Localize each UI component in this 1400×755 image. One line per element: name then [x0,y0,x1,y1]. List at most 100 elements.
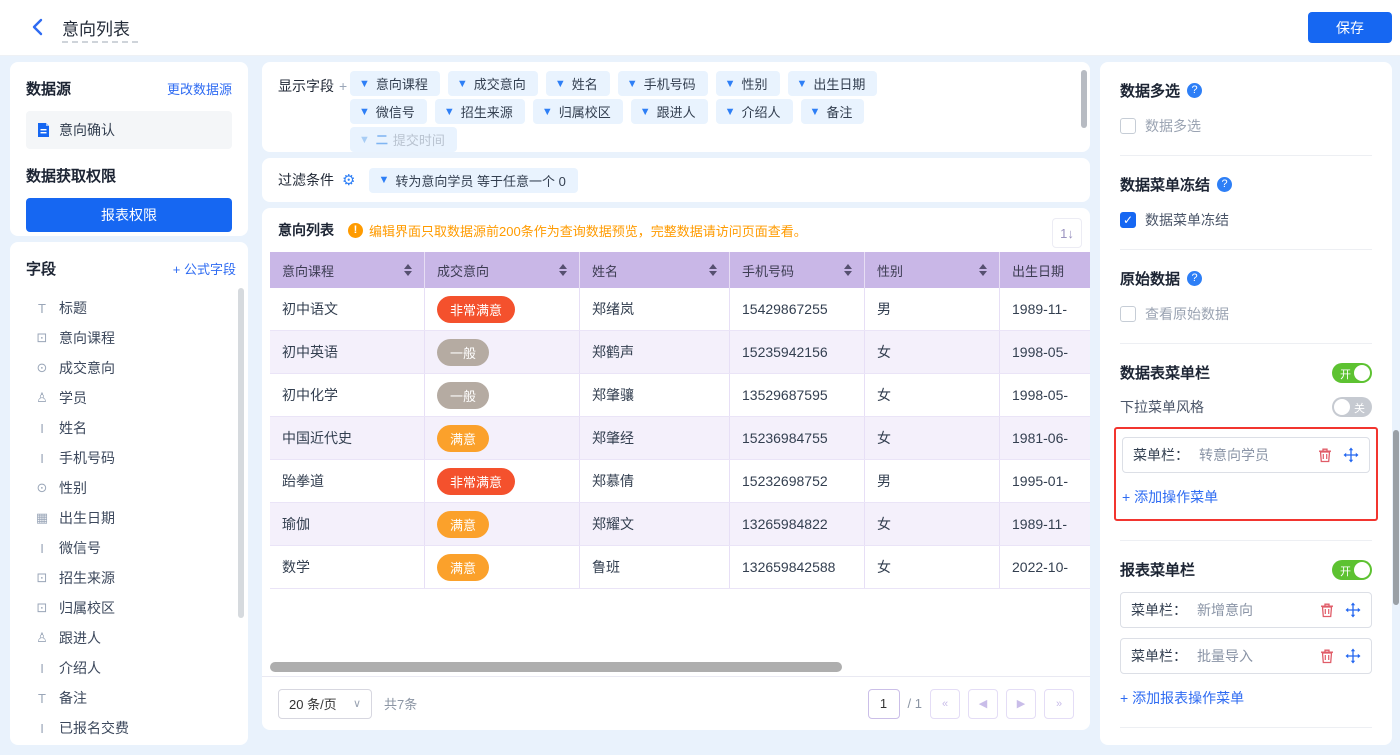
display-field-tag[interactable]: ▼微信号 [350,99,427,124]
first-page-button[interactable]: « [930,689,960,719]
menu-bar-item[interactable]: 菜单栏：新增意向 [1120,592,1372,628]
window-scrollbar-thumb[interactable] [1393,430,1399,605]
display-field-tag[interactable]: ▼成交意向 [448,71,538,96]
field-item[interactable]: ♙学员 [26,383,236,413]
raw-data-checkbox-row[interactable]: 查看原始数据 [1120,304,1372,324]
move-icon[interactable] [1345,648,1361,664]
default-sort-button[interactable]: 1↓ [1052,218,1082,248]
datasource-item[interactable]: 意向确认 [26,111,232,149]
display-field-tag[interactable]: ▼出生日期 [788,71,878,96]
table-cell: 1995-01- [1000,460,1090,502]
field-item[interactable]: I手机号码 [26,443,236,473]
add-field-button[interactable]: + [339,78,347,94]
table-row[interactable]: 初中化学一般郑肇骧13529687595女1998-05- [270,374,1090,417]
field-item[interactable]: I微信号 [26,533,236,563]
trash-icon[interactable] [1319,602,1335,618]
trash-icon[interactable] [1319,648,1335,664]
field-item[interactable]: ⊡归属校区 [26,593,236,623]
change-datasource-link[interactable]: 更改数据源 [167,79,232,98]
sort-icon[interactable] [559,264,567,276]
display-field-tag[interactable]: ▼性别 [716,71,780,96]
table-cell: 男 [865,288,1000,330]
display-field-tag-label: 介绍人 [742,102,781,121]
display-fields-scrollbar[interactable] [1081,70,1087,128]
field-item[interactable]: T备注 [26,683,236,713]
display-field-tag[interactable]: ▼意向课程 [350,71,440,96]
raw-data-checkbox[interactable] [1120,306,1136,322]
field-item[interactable]: ⊡招生来源 [26,563,236,593]
field-item[interactable]: ⊙性别 [26,473,236,503]
menu-freeze-checkbox[interactable]: ✓ [1120,212,1136,228]
formula-field-link[interactable]: + 公式字段 [173,259,236,278]
pagination-bar: 20 条/页 ∨ 共7条 / 1 «◀▶» [262,676,1090,730]
field-item[interactable]: I已报名交费 [26,713,236,743]
display-field-tag[interactable]: ▼招生来源 [435,99,525,124]
table-menu-toggle[interactable]: 开 [1332,363,1372,383]
divider [1120,155,1372,156]
display-field-tag-label: 微信号 [376,102,415,121]
display-field-tag[interactable]: ▼备注 [801,99,865,124]
preview-table-panel: 意向列表 ! 编辑界面只取数据源前200条作为查询数据预览，完整数据请访问页面查… [262,208,1090,730]
dropdown-style-toggle[interactable]: 关 [1332,397,1372,417]
menu-bar-item[interactable]: 菜单栏：批量导入 [1120,638,1372,674]
save-button[interactable]: 保存 [1308,12,1392,43]
next-page-button[interactable]: ▶ [1006,689,1036,719]
display-field-tag[interactable]: ▼介绍人 [716,99,793,124]
prev-page-button[interactable]: ◀ [968,689,998,719]
warning-text: 编辑界面只取数据源前200条作为查询数据预览，完整数据请访问页面查看。 [369,221,807,240]
help-icon[interactable]: ? [1187,271,1202,286]
display-field-tag[interactable]: ▼手机号码 [618,71,708,96]
field-item[interactable]: I介绍人 [26,653,236,683]
table-row[interactable]: 数学满意鲁班132659842588女2022-10- [270,546,1090,589]
field-item[interactable]: I姓名 [26,413,236,443]
add-action-menu-link[interactable]: + 添加操作菜单 [1122,487,1218,507]
sort-icon[interactable] [709,264,717,276]
menu-bar-item[interactable]: 菜单栏：转意向学员 [1122,437,1370,473]
display-field-tag[interactable]: ▼归属校区 [533,99,623,124]
table-cell: 一般 [425,331,580,373]
sort-icon[interactable] [979,264,987,276]
table-cell: 女 [865,503,1000,545]
display-field-tag-label: 提交时间 [393,130,445,149]
table-row[interactable]: 跆拳道非常满意郑慕倩15232698752男1995-01- [270,460,1090,503]
help-icon[interactable]: ? [1217,177,1232,192]
sort-icon[interactable] [404,264,412,276]
field-item[interactable]: ⊡意向课程 [26,323,236,353]
sort-icon[interactable] [844,264,852,276]
help-icon[interactable]: ? [1187,83,1202,98]
report-menu-title: 报表菜单栏 [1120,559,1195,580]
menu-item-prefix: 菜单栏： [1131,600,1187,620]
fields-scrollbar[interactable] [238,288,244,618]
filter-condition-tag[interactable]: ▼ 转为意向学员 等于任意一个 0 [369,168,577,193]
display-field-tag-label: 成交意向 [474,74,526,93]
column-header: 意向课程 [270,252,425,288]
satisfaction-badge: 非常满意 [437,296,515,323]
add-report-action-menu-link[interactable]: + 添加报表操作菜单 [1120,688,1244,708]
table-row[interactable]: 初中语文非常满意郑绪岚15429867255男1989-11- [270,288,1090,331]
move-icon[interactable] [1345,602,1361,618]
field-item[interactable]: ♙跟进人 [26,623,236,653]
menu-freeze-checkbox-row[interactable]: ✓ 数据菜单冻结 [1120,210,1372,230]
report-permission-button[interactable]: 报表权限 [26,198,232,232]
horizontal-scrollbar-thumb[interactable] [270,662,842,672]
gear-icon[interactable]: ⚙ [342,171,355,189]
field-item[interactable]: ⊙成交意向 [26,353,236,383]
display-field-tag[interactable]: ▼跟进人 [631,99,708,124]
display-field-tag[interactable]: ▼二提交时间 [350,127,457,152]
page-size-select[interactable]: 20 条/页 ∨ [278,689,372,719]
table-row[interactable]: 瑜伽满意郑耀文13265984822女1989-11- [270,503,1090,546]
textarea-icon: T [34,691,50,706]
field-item[interactable]: T标题 [26,293,236,323]
move-icon[interactable] [1343,447,1359,463]
trash-icon[interactable] [1317,447,1333,463]
back-icon[interactable] [28,17,48,37]
table-row[interactable]: 初中英语一般郑鹤声15235942156女1998-05- [270,331,1090,374]
field-item[interactable]: ▦出生日期 [26,503,236,533]
multi-select-checkbox-row[interactable]: 数据多选 [1120,116,1372,136]
last-page-button[interactable]: » [1044,689,1074,719]
display-field-tag[interactable]: ▼姓名 [546,71,610,96]
report-menu-toggle[interactable]: 开 [1332,560,1372,580]
multi-select-checkbox[interactable] [1120,118,1136,134]
page-number-input[interactable] [868,689,900,719]
table-row[interactable]: 中国近代史满意郑肇经15236984755女1981-06- [270,417,1090,460]
